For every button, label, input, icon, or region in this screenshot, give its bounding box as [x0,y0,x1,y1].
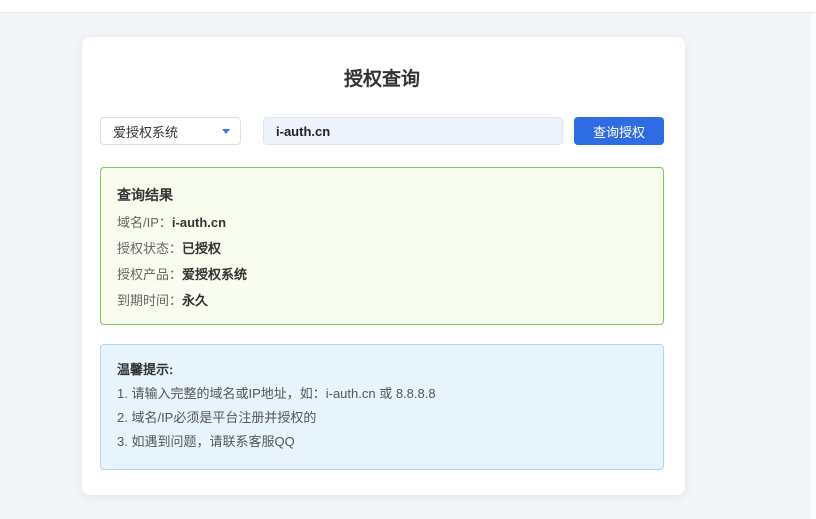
result-value: i-auth.cn [172,215,226,230]
tips-item-1: 1. 请输入完整的域名或IP地址，如：i-auth.cn 或 8.8.8.8 [117,382,647,406]
result-row-domain: 域名/IP：i-auth.cn [117,214,647,231]
query-result-panel: 查询结果 域名/IP：i-auth.cn 授权状态：已授权 授权产品：爱授权系统… [100,167,664,325]
query-auth-button[interactable]: 查询授权 [574,117,664,145]
domain-input[interactable] [263,117,563,145]
tips-panel: 温馨提示: 1. 请输入完整的域名或IP地址，如：i-auth.cn 或 8.8… [100,344,664,470]
result-row-product: 授权产品：爱授权系统 [117,266,647,283]
result-panel-title: 查询结果 [117,185,647,205]
scrollbar-track[interactable] [811,14,816,519]
product-select[interactable]: 爱授权系统 [100,117,241,145]
result-row-status: 授权状态：已授权 [117,240,647,257]
query-form-row: 爱授权系统 查询授权 [100,117,664,145]
result-value: 已授权 [182,241,221,256]
result-value: 永久 [182,293,208,308]
result-label: 域名/IP： [117,215,172,230]
tips-panel-title: 温馨提示: [117,359,647,378]
result-row-expiry: 到期时间：永久 [117,292,647,309]
page-title: 授权查询 [100,66,664,94]
result-value: 爱授权系统 [182,267,247,282]
auth-query-card: 授权查询 爱授权系统 查询授权 查询结果 域名/IP：i-auth.cn 授权状… [82,37,685,495]
result-label: 授权产品： [117,267,182,282]
tips-item-2: 2. 域名/IP必须是平台注册并授权的 [117,406,647,430]
result-label: 到期时间： [117,293,182,308]
tips-item-3: 3. 如遇到问题，请联系客服QQ [117,430,647,454]
product-select-value: 爱授权系统 [113,122,178,141]
chevron-down-icon [222,129,230,134]
top-bar [0,0,816,13]
result-label: 授权状态： [117,241,182,256]
